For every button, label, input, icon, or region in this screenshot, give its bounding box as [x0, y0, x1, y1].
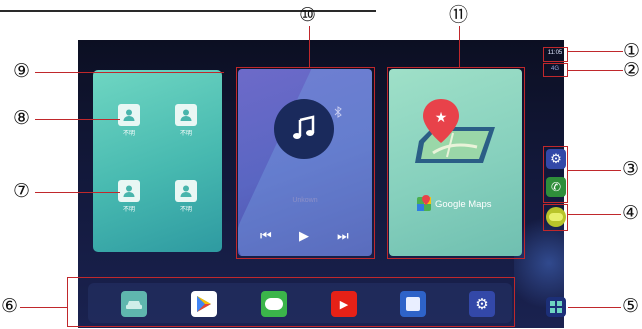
callout-box-maps: [387, 67, 525, 259]
contact-item[interactable]: 不明: [114, 180, 144, 213]
app-grid-button[interactable]: [546, 297, 566, 317]
callout-number-4: ④: [622, 202, 640, 224]
person-icon: [118, 180, 140, 202]
callout-box-clock: [543, 47, 568, 62]
callout-number-7: ⑦: [13, 180, 31, 202]
callout-box-music: [236, 67, 375, 259]
contact-item[interactable]: 不明: [171, 180, 201, 213]
callout-box-dock: [67, 277, 515, 327]
callout-number-10: ⑩: [299, 4, 317, 26]
callout-number-5: ⑤: [622, 295, 640, 317]
contacts-card[interactable]: 不明 不明 不明 不明: [93, 70, 222, 252]
callout-number-3: ③: [622, 158, 640, 180]
callout-number-8: ⑧: [13, 107, 31, 129]
callout-box-carplay: [543, 204, 568, 231]
contact-item[interactable]: 不明: [171, 104, 201, 137]
callout-box-network: [543, 63, 568, 77]
contact-label: 不明: [122, 207, 135, 213]
contact-label: 不明: [122, 131, 135, 137]
person-icon: [175, 104, 197, 126]
contact-label: 不明: [179, 131, 192, 137]
top-divider: [0, 10, 376, 12]
contact-label: 不明: [179, 207, 192, 213]
person-icon: [118, 104, 140, 126]
callout-box-quick-buttons: [543, 146, 568, 203]
person-icon: [175, 180, 197, 202]
callout-number-2: ②: [623, 59, 641, 81]
callout-number-11: ⑪: [449, 4, 469, 26]
callout-number-9: ⑨: [13, 60, 31, 82]
grid-icon: [550, 301, 562, 313]
callout-number-6: ⑥: [1, 295, 19, 317]
contact-item[interactable]: 不明: [114, 104, 144, 137]
